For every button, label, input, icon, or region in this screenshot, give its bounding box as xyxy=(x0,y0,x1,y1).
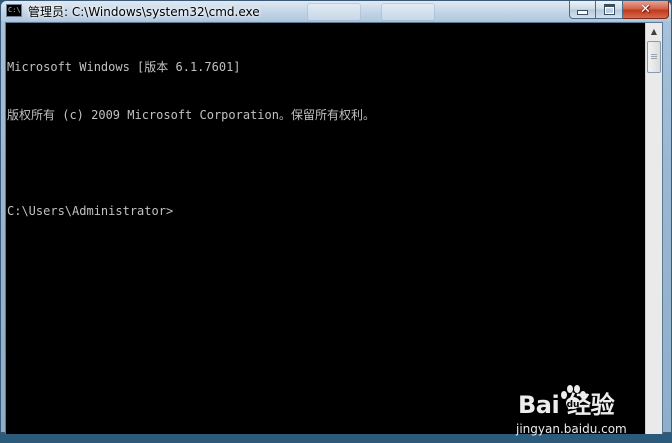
console-area[interactable]: Microsoft Windows [版本 6.1.7601] 版权所有 (c)… xyxy=(5,22,663,436)
console-prompt[interactable]: C:\Users\Administrator> xyxy=(7,203,643,219)
grip-line xyxy=(651,58,657,59)
svg-text:du: du xyxy=(567,400,580,410)
grip-line xyxy=(651,56,657,57)
grip-line xyxy=(651,54,657,55)
watermark-url: jingyan.baidu.com xyxy=(516,422,627,436)
title-bar[interactable]: C:\ 管理员: C:\Windows\system32\cmd.exe ✕ xyxy=(1,1,671,21)
baidu-jingyan-watermark: Bai 经验 du jingyan.baidu.com xyxy=(516,383,646,443)
scroll-up-icon[interactable]: ▲ xyxy=(646,23,662,40)
window-title: 管理员: C:\Windows\system32\cmd.exe xyxy=(28,5,260,19)
minimize-button[interactable] xyxy=(569,1,596,19)
caption-buttons: ✕ xyxy=(569,1,669,19)
console-line-version: Microsoft Windows [版本 6.1.7601] xyxy=(7,60,241,74)
console-output[interactable]: Microsoft Windows [版本 6.1.7601] 版权所有 (c)… xyxy=(7,27,643,432)
console-line-blank xyxy=(7,155,643,171)
background-window-tab-1 xyxy=(307,3,361,21)
maximize-icon xyxy=(603,4,615,15)
maximize-button[interactable] xyxy=(596,1,623,19)
close-button[interactable]: ✕ xyxy=(623,1,669,19)
vertical-scrollbar[interactable]: ▲ xyxy=(645,23,662,434)
background-window-tab-2 xyxy=(381,3,435,21)
cmd-window: C:\ 管理员: C:\Windows\system32\cmd.exe ✕ M… xyxy=(0,0,672,436)
close-icon: ✕ xyxy=(640,2,651,17)
scroll-thumb[interactable] xyxy=(647,41,661,73)
paw-icon: du xyxy=(561,385,586,410)
cmd-icon[interactable]: C:\ xyxy=(6,4,22,17)
minimize-icon xyxy=(577,10,588,15)
console-line-copyright: 版权所有 (c) 2009 Microsoft Corporation。保留所有… xyxy=(7,108,375,122)
